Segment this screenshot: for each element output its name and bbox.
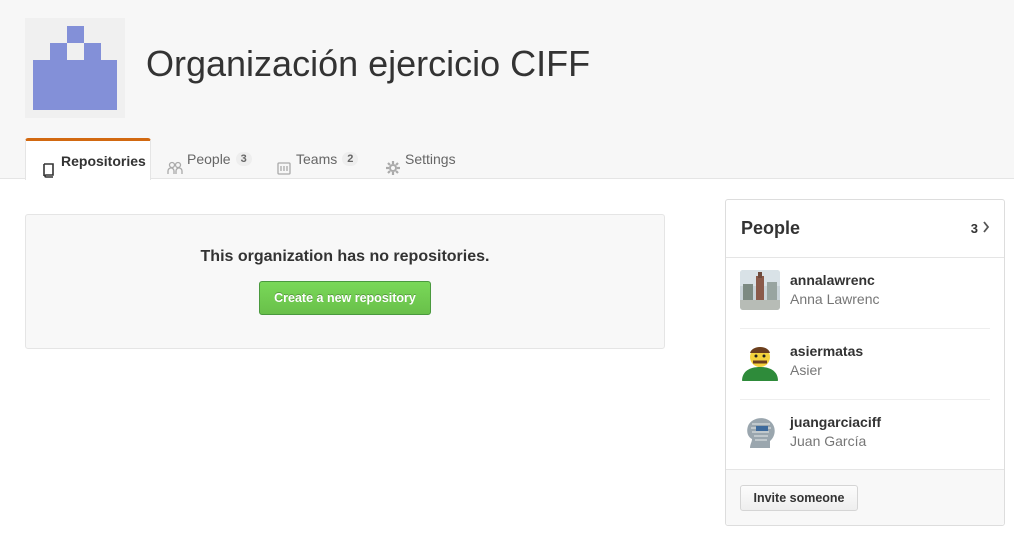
org-header: Organización ejercicio CIFF Repositories… <box>0 0 1014 180</box>
people-count-link[interactable]: 3 <box>971 221 990 236</box>
member-name: Asier <box>790 362 822 378</box>
repo-icon <box>41 153 57 178</box>
tab-label: Settings <box>405 150 456 167</box>
member-item[interactable]: asiermatas Asier <box>740 329 990 400</box>
people-panel-title: People <box>741 218 801 238</box>
people-panel-header: People 3 <box>726 200 1004 258</box>
org-title: Organización ejercicio CIFF <box>146 43 591 84</box>
empty-message: This organization has no repositories. <box>200 248 490 265</box>
member-login[interactable]: asiermatas <box>790 343 863 359</box>
people-panel: People 3 annalawrenc Anna Lawrenc asierm… <box>725 199 1005 526</box>
tab-label: Repositories <box>61 152 146 169</box>
people-icon <box>167 151 183 174</box>
tab-people[interactable]: People 3 <box>167 138 252 179</box>
people-counter: 3 <box>235 151 252 166</box>
tab-repositories[interactable]: Repositories <box>25 138 151 180</box>
teams-icon <box>276 151 292 175</box>
member-name: Juan García <box>790 433 867 449</box>
member-name: Anna Lawrenc <box>790 291 880 307</box>
word-cloud-head-avatar[interactable] <box>740 412 780 452</box>
member-login[interactable]: annalawrenc <box>790 272 875 288</box>
member-login[interactable]: juangarciaciff <box>790 414 881 430</box>
tab-settings[interactable]: Settings <box>385 138 456 179</box>
member-item[interactable]: annalawrenc Anna Lawrenc <box>740 258 990 329</box>
photo-avatar[interactable] <box>740 270 780 310</box>
create-repository-button[interactable]: Create a new repository <box>259 281 431 315</box>
invite-someone-button[interactable]: Invite someone <box>740 485 858 511</box>
cartoon-avatar[interactable] <box>740 341 780 381</box>
gear-icon <box>385 151 401 175</box>
chevron-right-icon <box>982 221 990 236</box>
people-panel-footer: Invite someone <box>726 469 1004 525</box>
tab-label: People <box>187 150 231 167</box>
org-avatar <box>25 18 125 118</box>
tab-teams[interactable]: Teams 2 <box>276 138 359 179</box>
teams-counter: 2 <box>342 151 359 166</box>
tab-label: Teams <box>296 150 338 167</box>
member-item[interactable]: juangarciaciff Juan García <box>740 400 990 471</box>
empty-repositories-panel: This organization has no repositories. C… <box>25 214 665 349</box>
people-count: 3 <box>970 221 978 236</box>
